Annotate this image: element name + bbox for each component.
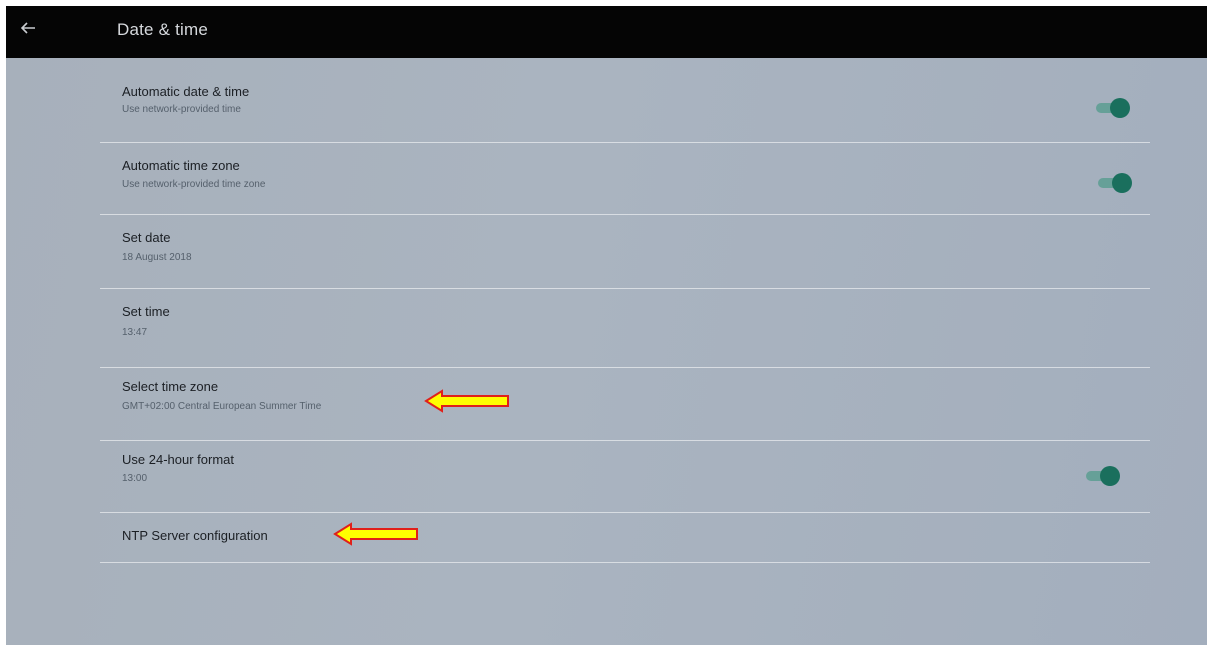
setting-subtitle: 13:47 bbox=[122, 327, 148, 338]
setting-set-time[interactable]: Set time 13:47 bbox=[100, 288, 1150, 368]
setting-ntp-server-configuration[interactable]: NTP Server configuration bbox=[100, 512, 1150, 563]
setting-title: Set date bbox=[122, 230, 171, 245]
setting-automatic-date-time[interactable]: Automatic date & time Use network-provid… bbox=[100, 68, 1150, 143]
setting-title: Automatic time zone bbox=[122, 158, 240, 173]
setting-title: Use 24-hour format bbox=[122, 452, 234, 467]
setting-set-date[interactable]: Set date 18 August 2018 bbox=[100, 214, 1150, 289]
app-bar: Date & time bbox=[6, 6, 1207, 58]
annotation-arrow-icon bbox=[424, 389, 509, 413]
toggle-thumb bbox=[1100, 466, 1120, 486]
automatic-date-time-toggle[interactable] bbox=[1094, 98, 1130, 118]
arrow-back-icon bbox=[20, 20, 36, 41]
setting-subtitle: 18 August 2018 bbox=[122, 252, 192, 263]
toggle-thumb bbox=[1112, 173, 1132, 193]
setting-title: Set time bbox=[122, 304, 170, 319]
24-hour-format-toggle[interactable] bbox=[1084, 466, 1120, 486]
setting-subtitle: Use network-provided time zone bbox=[122, 179, 266, 190]
back-button[interactable] bbox=[10, 12, 46, 48]
setting-automatic-time-zone[interactable]: Automatic time zone Use network-provided… bbox=[100, 142, 1150, 215]
toggle-thumb bbox=[1110, 98, 1130, 118]
setting-subtitle: GMT+02:00 Central European Summer Time bbox=[122, 401, 322, 412]
automatic-time-zone-toggle[interactable] bbox=[1096, 173, 1132, 193]
setting-title: NTP Server configuration bbox=[122, 528, 268, 543]
setting-title: Select time zone bbox=[122, 379, 219, 394]
settings-screen: Date & time Automatic date & time Use ne… bbox=[6, 6, 1207, 645]
setting-subtitle: Use network-provided time bbox=[122, 104, 241, 115]
setting-subtitle: 13:00 bbox=[122, 473, 148, 484]
setting-title: Automatic date & time bbox=[122, 84, 250, 99]
page-title: Date & time bbox=[117, 20, 209, 39]
annotation-arrow-icon bbox=[333, 522, 418, 546]
setting-24-hour-format[interactable]: Use 24-hour format 13:00 bbox=[100, 440, 1150, 513]
setting-select-time-zone[interactable]: Select time zone GMT+02:00 Central Europ… bbox=[100, 367, 1150, 441]
